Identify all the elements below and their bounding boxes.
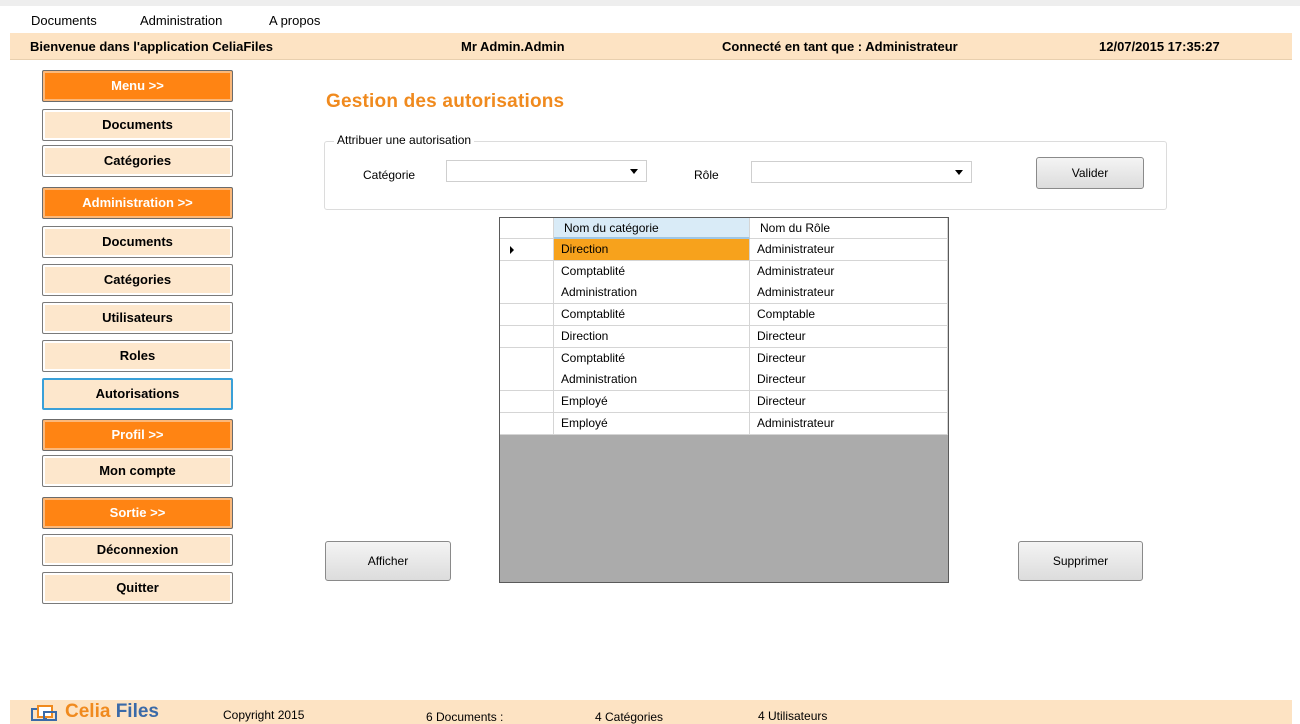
page-title: Gestion des autorisations bbox=[326, 91, 565, 112]
welcome-text: Bienvenue dans l'application CeliaFiles bbox=[30, 39, 273, 54]
cell-role[interactable]: Administrateur bbox=[750, 282, 948, 305]
sidebar-item-deconnexion[interactable]: Déconnexion bbox=[42, 534, 233, 566]
cell-categorie[interactable]: Direction bbox=[554, 325, 750, 348]
cell-categorie[interactable]: Comptablité bbox=[554, 347, 750, 370]
sidebar-item-roles[interactable]: Roles bbox=[42, 340, 233, 372]
table-row[interactable]: Direction Directeur bbox=[500, 325, 948, 348]
cell-role[interactable]: Administrateur bbox=[750, 260, 948, 283]
column-header-role[interactable]: Nom du Rôle bbox=[750, 218, 948, 239]
row-header[interactable] bbox=[500, 347, 554, 370]
sidebar-item-mon-compte[interactable]: Mon compte bbox=[42, 455, 233, 487]
row-header[interactable] bbox=[500, 260, 554, 283]
documents-count: 6 Documents : bbox=[426, 710, 504, 724]
column-header-categorie[interactable]: Nom du catégorie bbox=[554, 218, 750, 239]
logo-text-files: Files bbox=[115, 701, 160, 722]
logo-text-celia: Celia bbox=[65, 701, 111, 722]
row-header[interactable] bbox=[500, 282, 554, 305]
cell-categorie[interactable]: Administration bbox=[554, 282, 750, 305]
row-header[interactable] bbox=[500, 412, 554, 435]
cell-role[interactable]: Administrateur bbox=[750, 412, 948, 435]
categorie-select[interactable] bbox=[446, 160, 647, 182]
menu-documents[interactable]: Documents bbox=[31, 13, 97, 28]
chevron-down-icon bbox=[955, 170, 963, 175]
table-row[interactable]: Administration Directeur bbox=[500, 369, 948, 392]
copyright: Copyright 2015 bbox=[223, 708, 305, 722]
sidebar-item-autorisations[interactable]: Autorisations bbox=[42, 378, 233, 410]
table-row[interactable]: Employé Administrateur bbox=[500, 412, 948, 435]
logo-text: Celia Files bbox=[65, 701, 159, 723]
cell-role[interactable]: Directeur bbox=[750, 390, 948, 413]
chevron-down-icon bbox=[630, 169, 638, 174]
user-name: Mr Admin.Admin bbox=[461, 39, 565, 54]
table-row[interactable]: Comptablité Administrateur bbox=[500, 260, 948, 283]
role-label: Rôle bbox=[694, 168, 719, 182]
sidebar-item-categories[interactable]: Catégories bbox=[42, 145, 233, 177]
role-select[interactable] bbox=[751, 161, 972, 183]
sidebar-profil-header[interactable]: Profil >> bbox=[42, 419, 233, 451]
cell-role[interactable]: Comptable bbox=[750, 304, 948, 327]
table-row[interactable]: Direction Administrateur bbox=[500, 239, 948, 261]
menu-apropos[interactable]: A propos bbox=[269, 13, 320, 28]
menu-administration[interactable]: Administration bbox=[140, 13, 222, 28]
row-header[interactable] bbox=[500, 390, 554, 413]
group-legend: Attribuer une autorisation bbox=[334, 133, 475, 147]
celia-files-logo-icon bbox=[31, 705, 57, 721]
cell-categorie[interactable]: Employé bbox=[554, 390, 750, 413]
sidebar-item-admin-categories[interactable]: Catégories bbox=[42, 264, 233, 296]
row-header[interactable] bbox=[500, 239, 554, 261]
cell-categorie[interactable]: Comptablité bbox=[554, 304, 750, 327]
row-header[interactable] bbox=[500, 325, 554, 348]
cell-role[interactable]: Administrateur bbox=[750, 239, 948, 261]
supprimer-button[interactable]: Supprimer bbox=[1018, 541, 1143, 581]
cell-categorie[interactable]: Employé bbox=[554, 412, 750, 435]
grid-corner bbox=[500, 218, 554, 239]
cell-categorie[interactable]: Administration bbox=[554, 369, 750, 392]
utilisateurs-count: 4 Utilisateurs bbox=[758, 709, 828, 723]
status-header: Bienvenue dans l'application CeliaFiles … bbox=[10, 33, 1292, 60]
sidebar-item-quitter[interactable]: Quitter bbox=[42, 572, 233, 604]
row-header[interactable] bbox=[500, 369, 554, 392]
cell-role[interactable]: Directeur bbox=[750, 369, 948, 392]
cell-role[interactable]: Directeur bbox=[750, 325, 948, 348]
connected-role: Connecté en tant que : Administrateur bbox=[722, 39, 958, 54]
valider-button[interactable]: Valider bbox=[1036, 157, 1144, 189]
sidebar-administration-header[interactable]: Administration >> bbox=[42, 187, 233, 219]
cell-role[interactable]: Directeur bbox=[750, 347, 948, 370]
authorizations-grid: Nom du catégorie Nom du Rôle Direction Ad… bbox=[499, 217, 949, 583]
categories-count: 4 Catégories bbox=[595, 710, 664, 724]
table-row[interactable]: Comptablité Comptable bbox=[500, 304, 948, 327]
afficher-button[interactable]: Afficher bbox=[325, 541, 451, 581]
row-header[interactable] bbox=[500, 304, 554, 327]
sidebar-item-utilisateurs[interactable]: Utilisateurs bbox=[42, 302, 233, 334]
cell-categorie[interactable]: Direction bbox=[554, 239, 750, 261]
table-row[interactable]: Comptablité Directeur bbox=[500, 347, 948, 370]
footer: Celia Files Copyright 2015 6 Documents :… bbox=[10, 700, 1292, 724]
datetime: 12/07/2015 17:35:27 bbox=[1099, 39, 1220, 54]
cell-categorie[interactable]: Comptablité bbox=[554, 260, 750, 283]
menu-bar: Documents Administration A propos bbox=[0, 0, 1300, 30]
grid-header: Nom du catégorie Nom du Rôle bbox=[500, 218, 948, 239]
table-row[interactable]: Administration Administrateur bbox=[500, 282, 948, 305]
categorie-label: Catégorie bbox=[363, 168, 416, 182]
sidebar-menu-header[interactable]: Menu >> bbox=[42, 70, 233, 102]
table-row[interactable]: Employé Directeur bbox=[500, 390, 948, 413]
sidebar-item-documents[interactable]: Documents bbox=[42, 109, 233, 141]
sidebar-sortie-header[interactable]: Sortie >> bbox=[42, 497, 233, 529]
sidebar-item-admin-documents[interactable]: Documents bbox=[42, 226, 233, 258]
